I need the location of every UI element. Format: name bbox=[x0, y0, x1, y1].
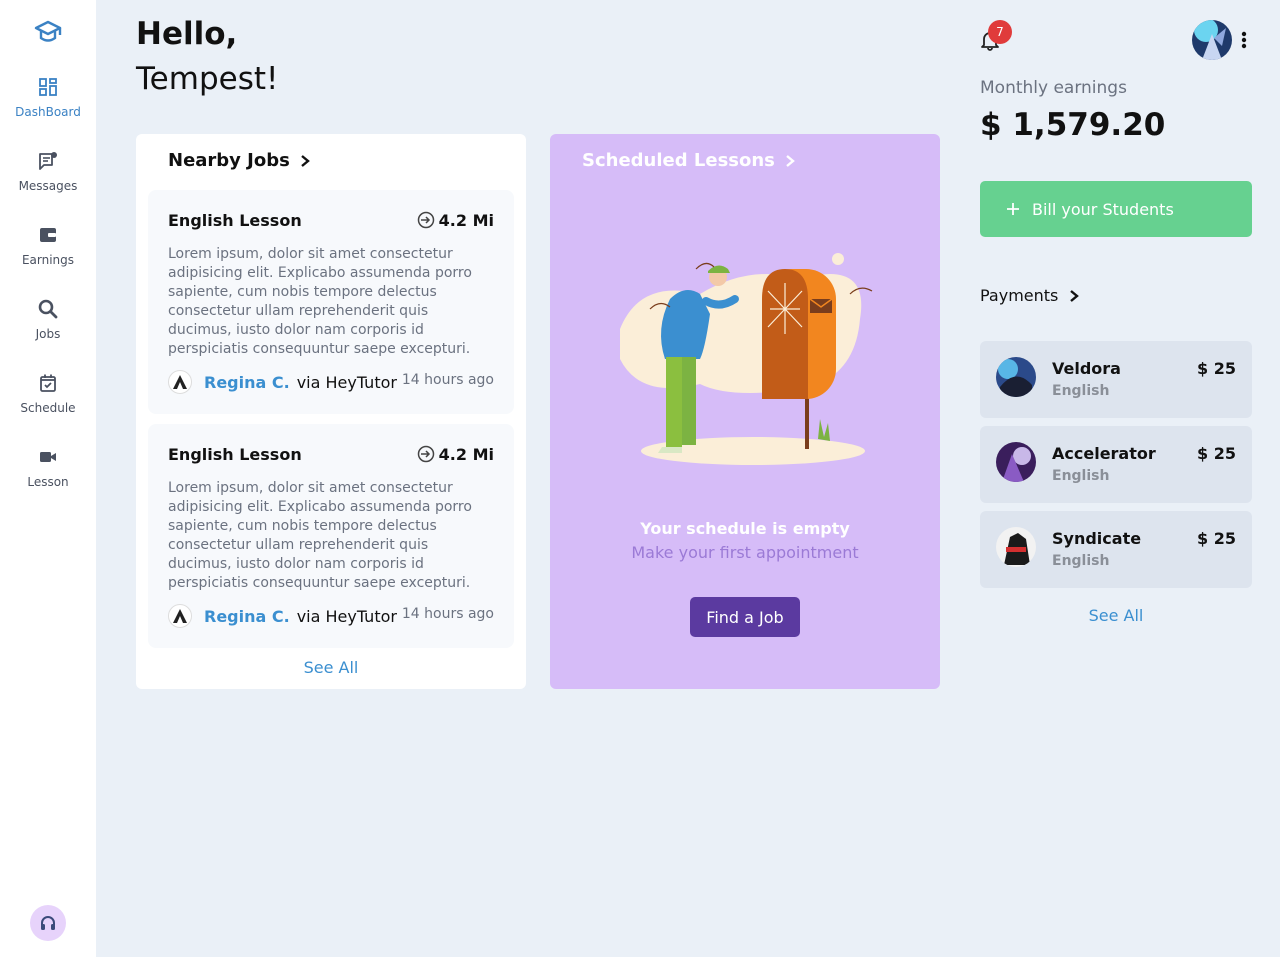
support-button[interactable] bbox=[30, 905, 66, 941]
sidebar-item-label: Messages bbox=[18, 179, 78, 193]
job-description: Lorem ipsum, dolor sit amet consectetur … bbox=[168, 246, 472, 357]
greeting-hello: Hello, bbox=[136, 16, 238, 52]
sidebar-item-jobs[interactable]: Jobs bbox=[0, 298, 96, 358]
payer-avatar bbox=[996, 527, 1036, 567]
location-arrow-icon bbox=[417, 445, 434, 463]
scheduled-lessons-header[interactable]: Scheduled Lessons bbox=[582, 150, 797, 171]
notification-badge: 7 bbox=[988, 20, 1012, 44]
payments-header[interactable]: Payments bbox=[980, 286, 1080, 305]
job-title: English Lesson bbox=[168, 444, 302, 464]
job-item[interactable]: English Lesson 4.2 Mi Lorem ipsum, dolor… bbox=[148, 190, 514, 414]
payer-avatar bbox=[996, 357, 1036, 397]
payment-amount: $ 25 bbox=[1197, 444, 1236, 463]
greeting-name: Tempest! bbox=[136, 61, 279, 97]
payment-amount: $ 25 bbox=[1197, 359, 1236, 378]
payer-name: Veldora bbox=[1052, 359, 1121, 378]
video-icon bbox=[40, 452, 56, 462]
nearby-jobs-header[interactable]: Nearby Jobs bbox=[168, 150, 312, 171]
assassin-emblem-icon bbox=[173, 609, 187, 623]
find-job-button[interactable]: Find a Job bbox=[690, 597, 800, 637]
sidebar-item-schedule[interactable]: Schedule bbox=[0, 372, 96, 432]
sidebar-item-messages[interactable]: Messages bbox=[0, 150, 96, 210]
monthly-earnings-value: $ 1,579.20 bbox=[980, 107, 1166, 143]
chevron-right-icon bbox=[301, 154, 310, 167]
graduation-cap-icon[interactable] bbox=[33, 17, 63, 47]
job-distance: 4.2 Mi bbox=[417, 445, 494, 464]
bill-students-label: Bill your Students bbox=[1032, 199, 1174, 219]
monthly-earnings-label: Monthly earnings bbox=[980, 78, 1127, 98]
poster-avatar bbox=[168, 604, 192, 628]
job-time: 14 hours ago bbox=[401, 606, 494, 622]
sidebar-item-dashboard[interactable]: DashBoard bbox=[0, 76, 96, 136]
sidebar: DashBoard Messages Earnings Jobs Schedul… bbox=[0, 0, 96, 957]
payer-avatar-image bbox=[996, 357, 1036, 397]
payment-amount: $ 25 bbox=[1197, 529, 1236, 548]
payment-item[interactable]: Accelerator English $ 25 bbox=[980, 426, 1252, 503]
payer-name: Accelerator bbox=[1052, 444, 1156, 463]
dashboard-icon bbox=[39, 78, 57, 96]
sidebar-item-lesson[interactable]: Lesson bbox=[0, 446, 96, 506]
jobs-see-all-link[interactable]: See All bbox=[136, 658, 526, 677]
sidebar-item-label: Lesson bbox=[27, 475, 69, 489]
payer-avatar-image bbox=[996, 527, 1036, 567]
job-item[interactable]: English Lesson 4.2 Mi Lorem ipsum, dolor… bbox=[148, 424, 514, 648]
empty-mailbox-illustration bbox=[620, 253, 873, 465]
chevron-right-icon bbox=[1070, 289, 1080, 302]
job-time: 14 hours ago bbox=[401, 372, 494, 388]
payer-avatar-image bbox=[996, 442, 1036, 482]
assassin-emblem-icon bbox=[173, 375, 187, 389]
nearby-jobs-title: Nearby Jobs bbox=[168, 150, 290, 171]
payments-title: Payments bbox=[980, 286, 1059, 305]
poster-name[interactable]: Regina C. bbox=[204, 607, 290, 626]
job-source: via HeyTutor bbox=[296, 372, 397, 392]
calendar-icon bbox=[40, 374, 56, 392]
more-vertical-icon[interactable] bbox=[1236, 30, 1252, 50]
sidebar-item-label: Earnings bbox=[21, 253, 75, 267]
location-arrow-icon bbox=[417, 211, 434, 229]
payer-subject: English bbox=[1052, 468, 1110, 484]
payer-name: Syndicate bbox=[1052, 529, 1142, 548]
payments-see-all-link[interactable]: See All bbox=[980, 606, 1252, 625]
empty-schedule-title: Your schedule is empty bbox=[640, 519, 850, 538]
nearby-jobs-card: Nearby Jobs English Lesson 4.2 Mi Lorem … bbox=[136, 134, 526, 689]
wallet-icon bbox=[40, 228, 56, 242]
empty-schedule-subtitle: Make your first appointment bbox=[631, 543, 859, 562]
sidebar-item-label: DashBoard bbox=[15, 105, 81, 119]
user-avatar-image bbox=[1192, 20, 1232, 60]
search-icon bbox=[38, 299, 58, 319]
sidebar-item-earnings[interactable]: Earnings bbox=[0, 224, 96, 284]
bill-students-button[interactable]: Bill your Students bbox=[980, 181, 1252, 237]
job-distance-value: 4.2 Mi bbox=[438, 210, 494, 230]
job-description: Lorem ipsum, dolor sit amet consectetur … bbox=[168, 480, 472, 591]
payment-item[interactable]: Veldora English $ 25 bbox=[980, 341, 1252, 418]
job-distance-value: 4.2 Mi bbox=[438, 444, 494, 464]
scheduled-lessons-card: Scheduled Lessons Your schedule is empty… bbox=[550, 134, 940, 689]
scheduled-lessons-title: Scheduled Lessons bbox=[582, 150, 775, 171]
poster-name[interactable]: Regina C. bbox=[204, 373, 290, 392]
sidebar-item-label: Schedule bbox=[20, 401, 76, 415]
poster-avatar bbox=[168, 370, 192, 394]
sidebar-item-label: Jobs bbox=[35, 327, 61, 341]
job-distance: 4.2 Mi bbox=[417, 211, 494, 230]
headset-icon bbox=[41, 916, 55, 930]
plus-icon bbox=[1007, 203, 1019, 215]
payer-subject: English bbox=[1052, 383, 1110, 399]
job-title: English Lesson bbox=[168, 210, 302, 230]
job-source: via HeyTutor bbox=[296, 606, 397, 626]
messages-icon bbox=[39, 152, 57, 170]
chevron-right-icon bbox=[786, 154, 795, 167]
payment-item[interactable]: Syndicate English $ 25 bbox=[980, 511, 1252, 588]
payer-subject: English bbox=[1052, 553, 1110, 569]
user-avatar[interactable] bbox=[1192, 20, 1232, 60]
payer-avatar bbox=[996, 442, 1036, 482]
